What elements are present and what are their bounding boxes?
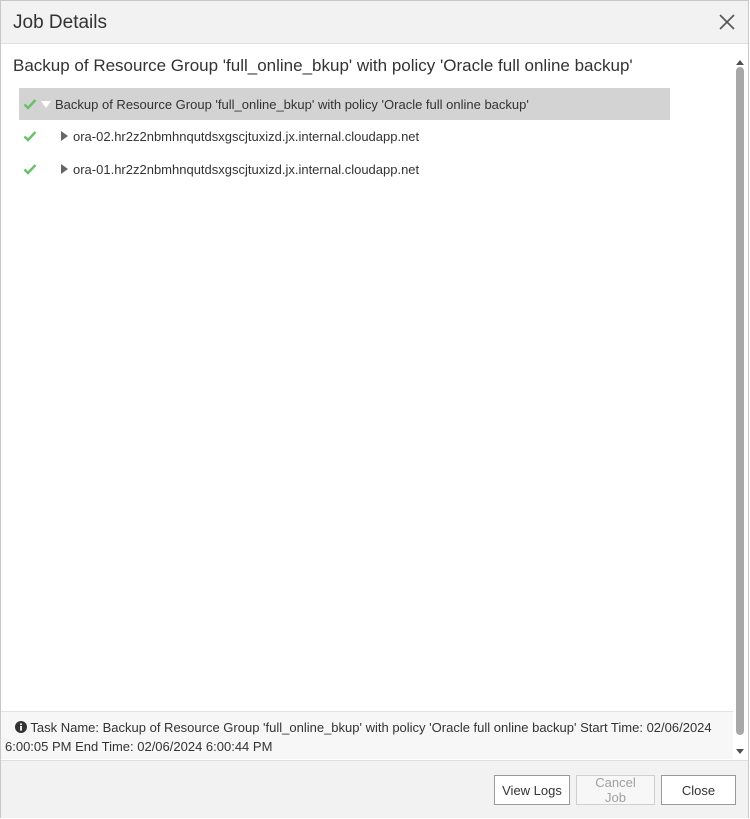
view-logs-button[interactable]: View Logs xyxy=(494,775,570,805)
dialog-footer: View Logs Cancel Job Close xyxy=(1,760,748,818)
scroll-up-arrow-icon[interactable] xyxy=(735,55,745,65)
expand-right-arrow-icon[interactable] xyxy=(59,162,69,177)
tree-row-child[interactable]: ora-02.hr2z2nbmhnqutdsxgscjtuxizd.jx.int… xyxy=(19,120,670,152)
dialog-titlebar: Job Details xyxy=(1,1,748,44)
job-details-content: Backup of Resource Group 'full_online_bk… xyxy=(1,45,734,711)
job-heading: Backup of Resource Group 'full_online_bk… xyxy=(13,56,633,75)
close-icon[interactable] xyxy=(718,13,736,31)
tree-row-child[interactable]: ora-01.hr2z2nbmhnqutdsxgscjtuxizd.jx.int… xyxy=(19,153,670,185)
success-check-icon xyxy=(23,162,37,176)
success-check-icon xyxy=(23,97,37,111)
tree-row-label: ora-01.hr2z2nbmhnqutdsxgscjtuxizd.jx.int… xyxy=(73,161,420,177)
scroll-down-arrow-icon[interactable] xyxy=(735,743,745,754)
dialog-title: Job Details xyxy=(13,12,107,33)
job-details-dialog: Job Details Backup of Resource Group 'fu… xyxy=(0,0,749,818)
success-check-icon xyxy=(23,129,37,143)
tree-row-label: ora-02.hr2z2nbmhnqutdsxgscjtuxizd.jx.int… xyxy=(73,128,420,144)
tree-row-label: Backup of Resource Group 'full_online_bk… xyxy=(55,96,529,112)
tree-row-root[interactable]: Backup of Resource Group 'full_online_bk… xyxy=(19,88,670,120)
vertical-scrollbar[interactable] xyxy=(734,45,746,757)
expand-right-arrow-icon[interactable] xyxy=(59,129,69,144)
expand-down-arrow-icon[interactable] xyxy=(41,97,51,112)
task-info-panel: Task Name: Backup of Resource Group 'ful… xyxy=(1,711,733,759)
task-info-text: Task Name: Backup of Resource Group 'ful… xyxy=(5,720,712,754)
scrollbar-thumb[interactable] xyxy=(736,67,744,735)
info-icon xyxy=(15,719,27,733)
cancel-job-button: Cancel Job xyxy=(576,775,655,805)
close-button[interactable]: Close xyxy=(661,775,736,805)
